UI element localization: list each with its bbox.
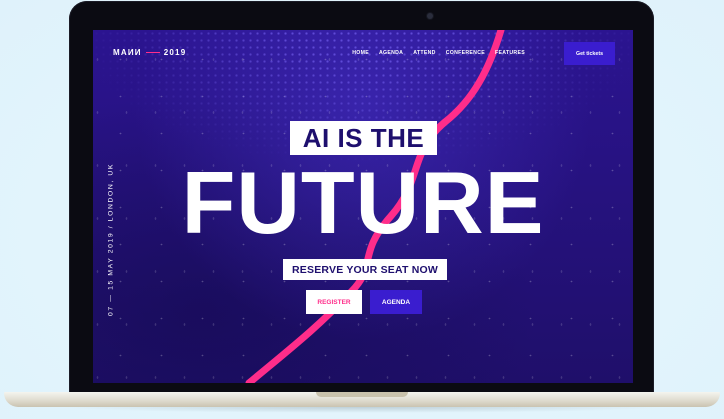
hero-kicker: AI IS THE [290,121,437,155]
main-nav: HOME AGENDA ATTEND CONFERENCE FEATURES [352,50,525,56]
hero-headline: FUTURE [181,153,545,252]
logo-text: MAИИ [113,48,142,57]
logo-dash [145,51,160,54]
site-logo[interactable]: MAИИ 2019 [113,48,186,57]
nav-attend[interactable]: ATTEND [413,50,435,56]
register-button[interactable]: REGISTER [306,290,362,314]
nav-home[interactable]: HOME [352,50,369,56]
agenda-button[interactable]: AGENDA [370,290,422,314]
laptop-screen: MAИИ 2019 HOME AGENDA ATTEND CONFERENCE … [93,30,633,383]
nav-conference[interactable]: CONFERENCE [446,50,485,56]
laptop-notch [316,392,408,397]
nav-agenda[interactable]: AGENDA [379,50,403,56]
logo-year: 2019 [163,48,187,57]
get-tickets-button[interactable]: Get tickets [564,42,615,65]
nav-features[interactable]: FEATURES [495,50,525,56]
laptop-shadow [60,407,664,413]
hero-subhead: RESERVE YOUR SEAT NOW [283,259,447,280]
event-date-location: 07 — 15 MAY 2019 / LONDON, UK [107,162,115,317]
webcam-icon [427,13,433,19]
